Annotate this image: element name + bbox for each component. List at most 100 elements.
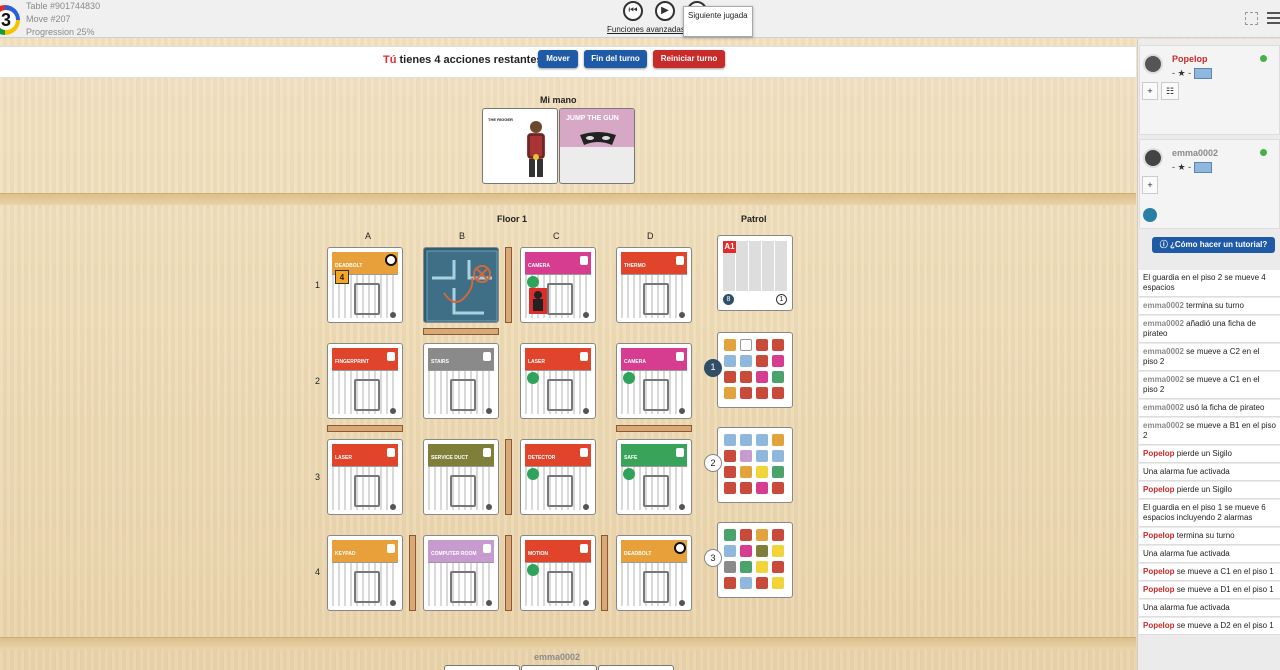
- patrol-cell: [772, 482, 784, 494]
- previous-move-button[interactable]: ⏮: [623, 1, 643, 21]
- tile-b1-unrevealed[interactable]: [423, 247, 499, 323]
- avatar[interactable]: [1143, 148, 1163, 168]
- patrol-badge: 3: [704, 549, 722, 567]
- fullscreen-icon[interactable]: [1245, 12, 1258, 25]
- wall: [505, 247, 512, 323]
- log-player-name[interactable]: Popelop: [1143, 567, 1175, 576]
- tile-b2-stairs[interactable]: STAIRS: [423, 343, 499, 419]
- log-player-name[interactable]: emma0002: [1143, 301, 1184, 310]
- patrol-cell: [772, 339, 784, 351]
- log-player-name[interactable]: Popelop: [1143, 449, 1175, 458]
- restart-turn-button[interactable]: Reiniciar turno: [653, 50, 725, 68]
- bottom-player-name: emma0002: [534, 652, 581, 662]
- log-text: El guardia en el piso 1 se mueve 6 espac…: [1143, 503, 1266, 522]
- tile-d4-deadbolt[interactable]: DEADBOLT: [616, 535, 692, 611]
- patrol-card-1[interactable]: [717, 332, 793, 408]
- patrol-cell: [772, 387, 784, 399]
- log-player-name[interactable]: Popelop: [1143, 621, 1175, 630]
- log-player-name[interactable]: emma0002: [1143, 319, 1184, 328]
- log-entry: Popelop termina su turno: [1139, 528, 1280, 545]
- alarm-token-icon: [527, 276, 539, 288]
- log-text: se mueve a D2 en el piso 1: [1174, 621, 1274, 630]
- player-stats: - ★ -: [1172, 162, 1212, 174]
- log-text: se mueve a D1 en el piso 1: [1174, 585, 1274, 594]
- log-player-name[interactable]: emma0002: [1143, 403, 1184, 412]
- log-entry: Popelop pierde un Sigilo: [1139, 482, 1280, 499]
- log-player-name[interactable]: emma0002: [1143, 347, 1184, 356]
- game-log: El guardia en el piso 2 se mueve 4 espac…: [1139, 270, 1280, 636]
- patrol-cell: [772, 545, 784, 557]
- player-card[interactable]: [521, 665, 597, 670]
- player-card[interactable]: [598, 665, 674, 670]
- patrol-cell: [756, 371, 768, 383]
- tile-c1-camera[interactable]: CAMERA: [520, 247, 596, 323]
- patrol-cell: [740, 450, 752, 462]
- menu-icon[interactable]: [1267, 12, 1280, 24]
- tile-a4-keypad[interactable]: KEYPAD: [327, 535, 403, 611]
- character-list-icon[interactable]: ☷: [1161, 82, 1179, 100]
- log-entry: Popelop pierde un Sigilo: [1139, 446, 1280, 463]
- hand-card-jump-the-gun[interactable]: JUMP THE GUN: [559, 108, 635, 184]
- patrol-cell: [740, 545, 752, 557]
- log-player-name[interactable]: Popelop: [1143, 531, 1175, 540]
- patrol-cell: [756, 339, 768, 351]
- tile-c3-detector[interactable]: DETECTOR: [520, 439, 596, 515]
- patrol-deck[interactable]: A1 8 1: [717, 235, 793, 311]
- patrol-cell: [772, 561, 784, 573]
- column-label: C: [553, 231, 560, 241]
- tile-d1-thermo[interactable]: THERMO: [616, 247, 692, 323]
- log-entry: Popelop se mueve a C1 en el piso 1: [1139, 564, 1280, 581]
- tutorial-button[interactable]: ⓘ ¿Cómo hacer un tutorial?: [1152, 237, 1275, 253]
- tile-b3-service-duct[interactable]: SERVICE DUCT: [423, 439, 499, 515]
- next-move-tooltip: Siguiente jugada: [683, 6, 753, 37]
- tile-d3-safe[interactable]: SAFE: [616, 439, 692, 515]
- patrol-cell: [740, 371, 752, 383]
- next-move-button[interactable]: ▶: [655, 1, 675, 21]
- blueprint-icon: [426, 250, 498, 322]
- move-button[interactable]: Mover: [538, 50, 578, 68]
- patrol-cell: [756, 577, 768, 589]
- row-label: 2: [315, 376, 321, 386]
- player-name[interactable]: Popelop: [1172, 54, 1208, 64]
- tile-b4-computer-room[interactable]: COMPUTER ROOM: [423, 535, 499, 611]
- patrol-cell: [772, 529, 784, 541]
- player-options-button[interactable]: +: [1142, 176, 1158, 194]
- end-turn-button[interactable]: Fin del turno: [584, 50, 647, 68]
- tile-a1-deadbolt[interactable]: DEADBOLT 4: [327, 247, 403, 323]
- actions-remaining: tienes 4 acciones restantes: [396, 54, 543, 66]
- avatar[interactable]: [1143, 54, 1163, 74]
- patrol-title: Patrol: [741, 214, 767, 224]
- patrol-card-2[interactable]: [717, 427, 793, 503]
- patrol-cell: [740, 339, 752, 351]
- log-player-name[interactable]: Popelop: [1143, 485, 1175, 494]
- trophy-badge-icon: [1193, 162, 1212, 174]
- no-entry-icon: [385, 254, 397, 266]
- tile-a3-laser[interactable]: LASER: [327, 439, 403, 515]
- patrol-cell: [724, 529, 736, 541]
- player-options-button[interactable]: +: [1142, 82, 1158, 100]
- tile-a2-fingerprint[interactable]: FINGERPRINT: [327, 343, 403, 419]
- patrol-cell: [756, 529, 768, 541]
- row-label: 4: [315, 567, 321, 577]
- stealth-counter: 4: [335, 270, 349, 284]
- log-entry: emma0002 termina su turno: [1139, 298, 1280, 315]
- patrol-card-3[interactable]: [717, 522, 793, 598]
- tile-d2-camera[interactable]: CAMERA: [616, 343, 692, 419]
- log-player-name[interactable]: Popelop: [1143, 585, 1175, 594]
- tile-c2-laser[interactable]: LASER: [520, 343, 596, 419]
- bga-logo[interactable]: 3: [0, 1, 22, 37]
- online-status-icon: [1260, 55, 1267, 62]
- hand-card-rigger[interactable]: THE RIGGER: [482, 108, 558, 184]
- patrol-cell: [724, 434, 736, 446]
- log-text: Una alarma fue activada: [1143, 549, 1230, 558]
- log-entry: Una alarma fue activada: [1139, 546, 1280, 563]
- log-player-name[interactable]: emma0002: [1143, 421, 1184, 430]
- player-card[interactable]: [444, 665, 520, 670]
- advanced-features-link[interactable]: Funciones avanzadas d: [607, 25, 692, 34]
- alarm-token-icon: [623, 372, 635, 384]
- player-name[interactable]: emma0002: [1172, 148, 1218, 158]
- tile-c4-motion[interactable]: MOTION: [520, 535, 596, 611]
- log-entry: Popelop se mueve a D2 en el piso 1: [1139, 618, 1280, 635]
- log-player-name[interactable]: emma0002: [1143, 375, 1184, 384]
- patrol-card-label: A1: [723, 241, 736, 253]
